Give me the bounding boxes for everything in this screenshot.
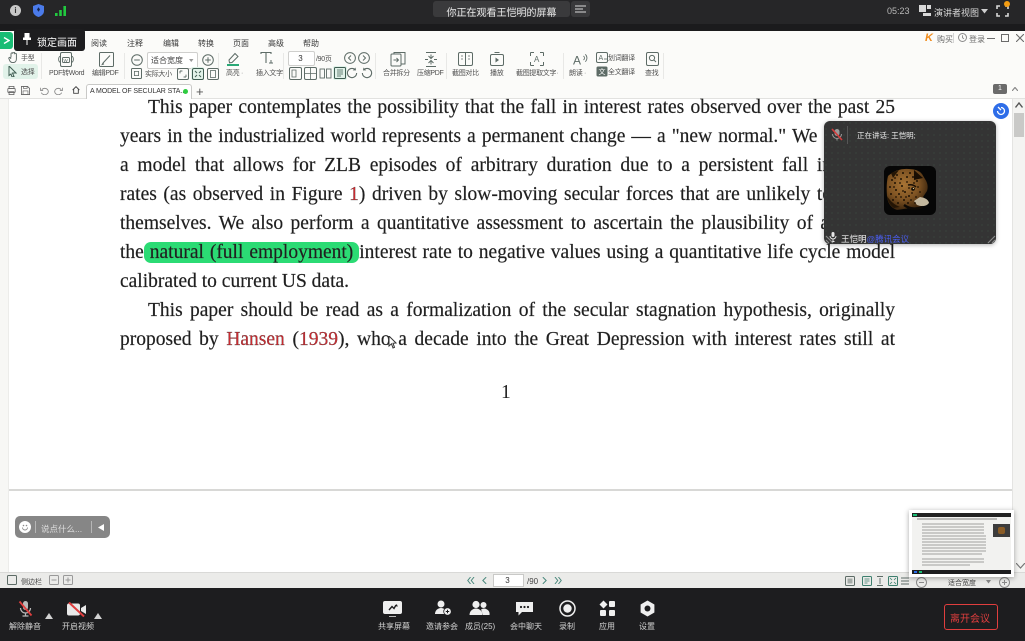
svg-text:A: A [534, 55, 540, 64]
svg-text:A: A [599, 55, 604, 62]
svg-text:W: W [64, 58, 69, 63]
svg-text:A: A [573, 54, 581, 67]
svg-text:文: 文 [599, 67, 606, 76]
